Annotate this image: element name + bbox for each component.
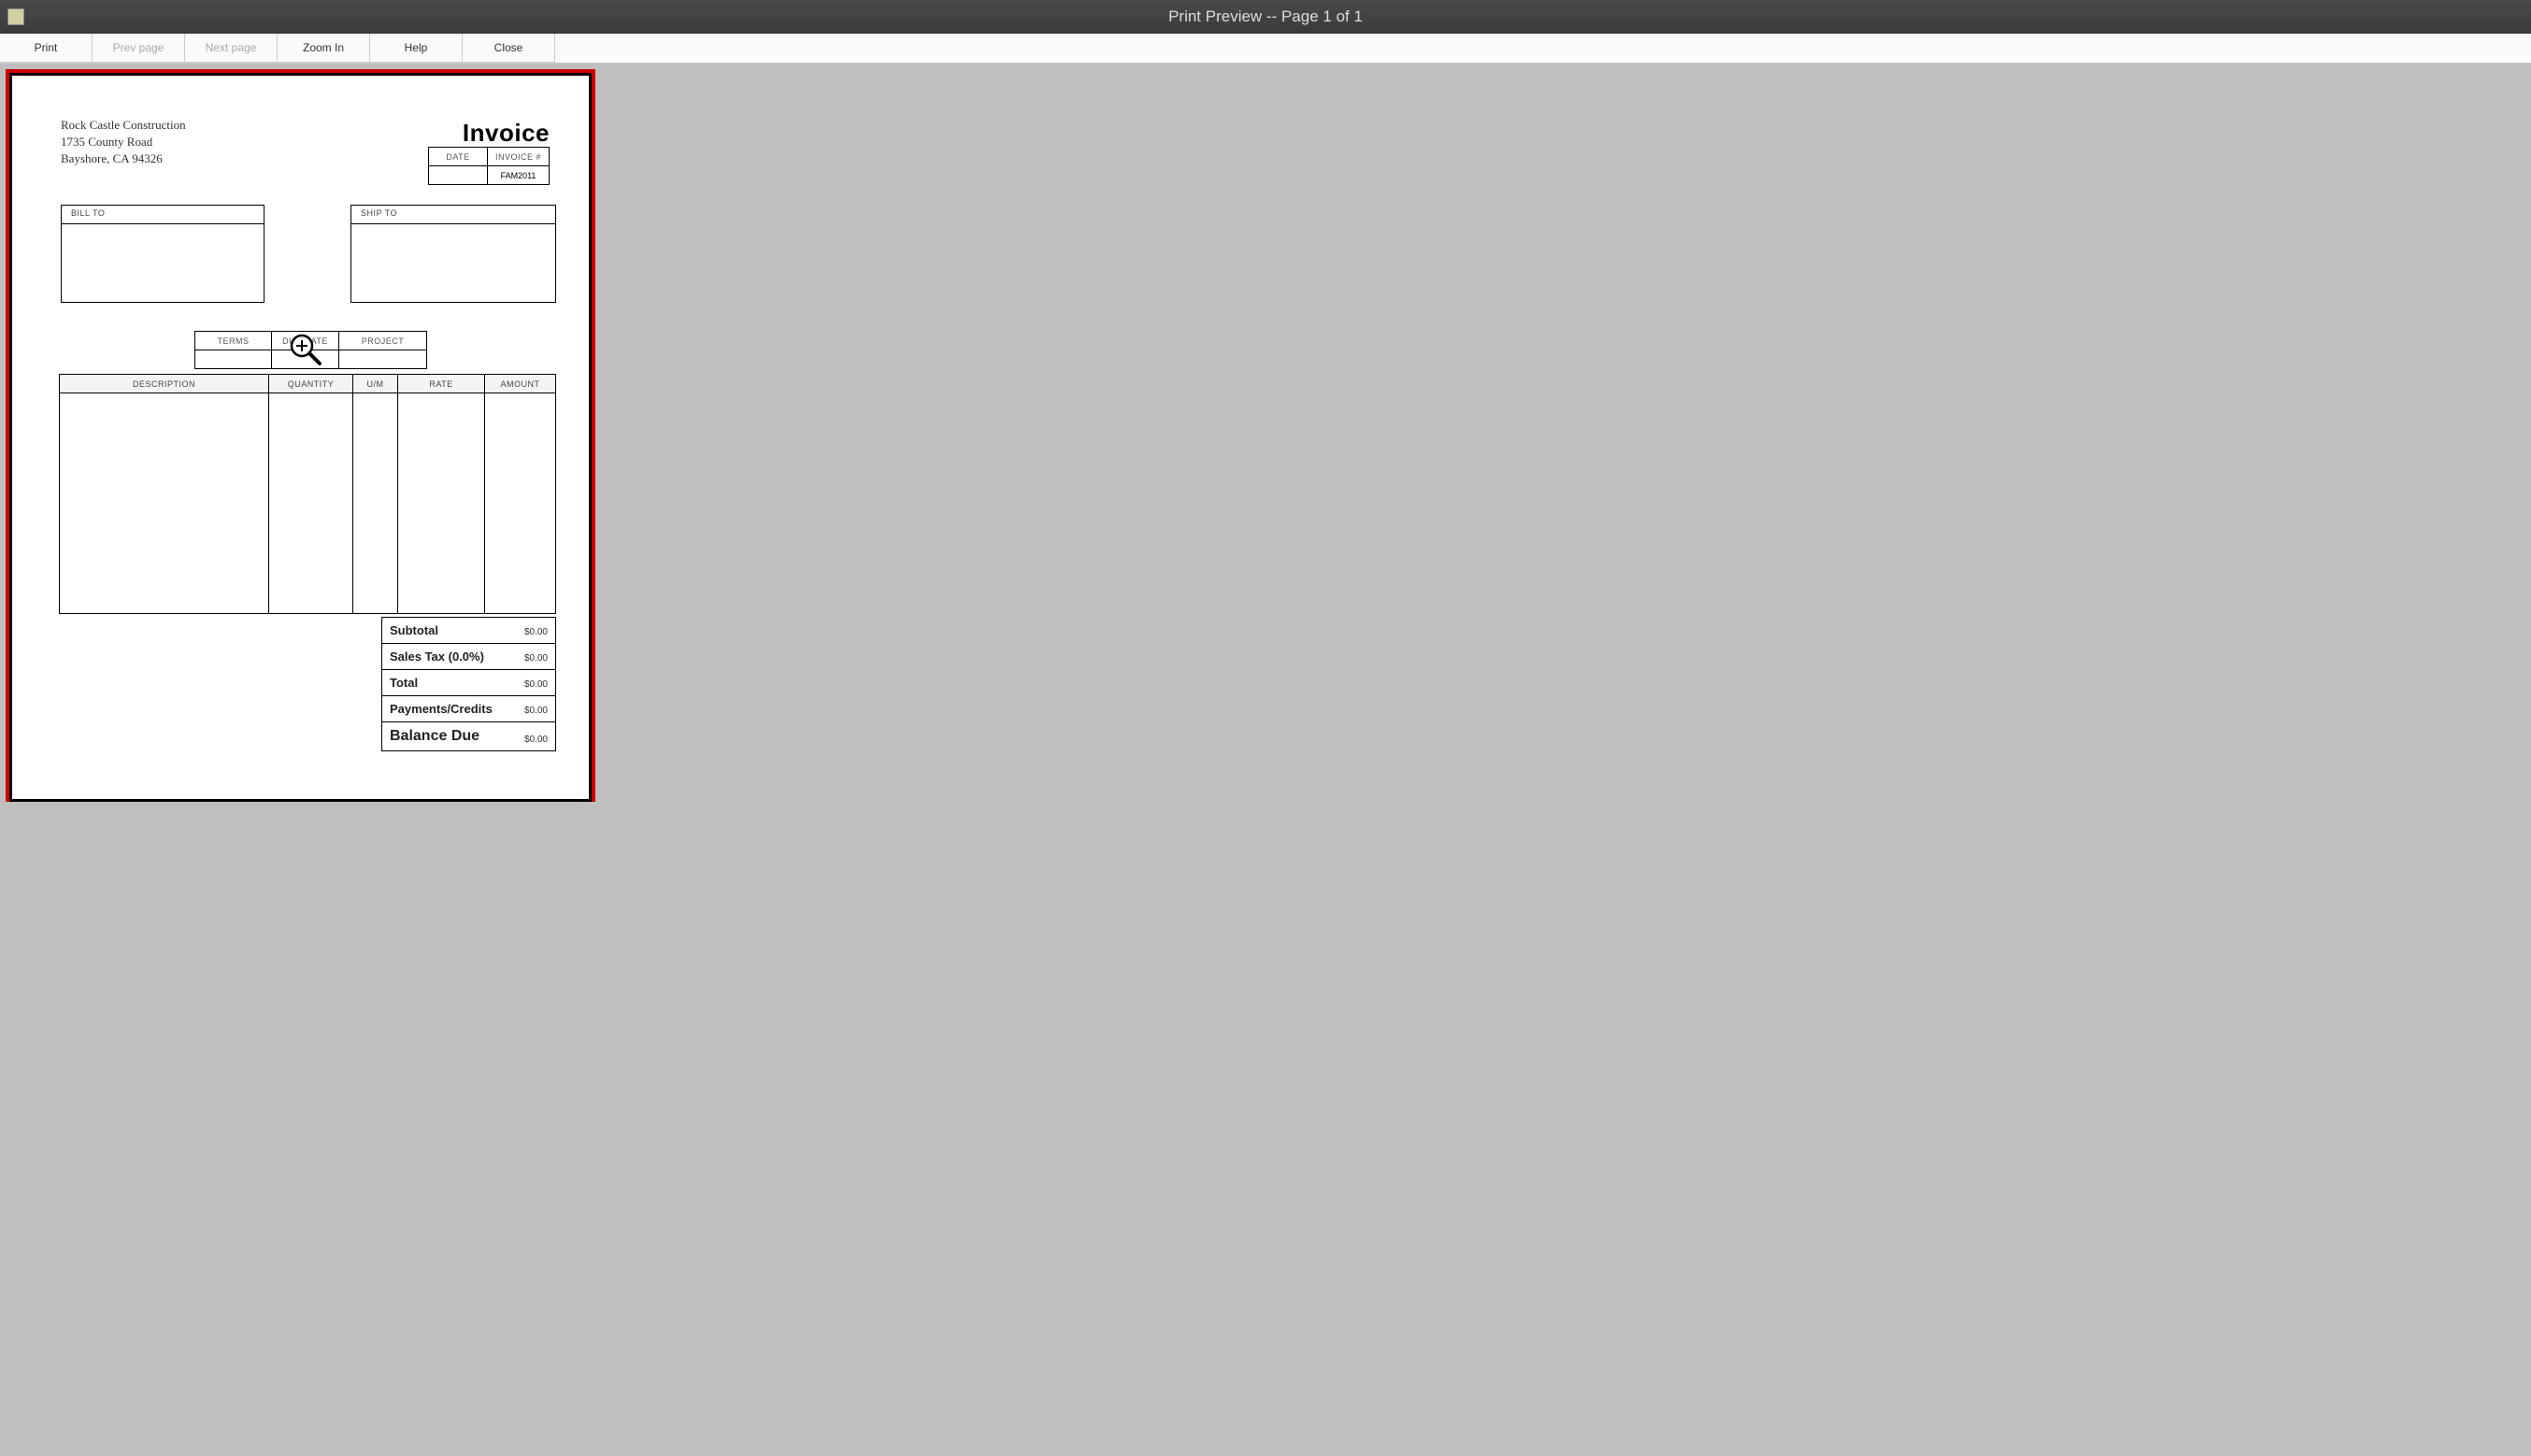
foot-blank xyxy=(60,614,353,646)
date-header: DATE xyxy=(429,148,488,166)
invoice-num-header: INVOICE # xyxy=(488,148,550,166)
col-quantity: QUANTITY xyxy=(269,375,353,393)
col-amount: AMOUNT xyxy=(485,375,556,393)
page-selection-outline: Rock Castle Construction 1735 County Roa… xyxy=(6,69,595,802)
total-value: $0.00 xyxy=(524,679,548,690)
total-row: Total $0.00 xyxy=(381,670,556,696)
bill-to-box: BILL TO xyxy=(61,205,265,303)
project-value xyxy=(339,350,427,369)
date-invoice-table: DATE INVOICE # FAM2011 xyxy=(428,147,550,185)
print-button[interactable]: Print xyxy=(0,34,93,63)
line-items-table: DESCRIPTION QUANTITY U/M RATE AMOUNT xyxy=(59,374,556,646)
total-label: Total xyxy=(390,676,418,690)
ship-to-label: SHIP TO xyxy=(351,206,555,224)
balance-due-value: $0.00 xyxy=(524,735,548,745)
company-street: 1735 County Road xyxy=(61,134,186,150)
line-item-cell xyxy=(353,393,398,614)
balance-due-label: Balance Due xyxy=(390,728,479,745)
company-name: Rock Castle Construction xyxy=(61,117,186,134)
help-button[interactable]: Help xyxy=(370,34,463,63)
invoice-title: Invoice xyxy=(463,119,550,148)
subtotal-row: Subtotal $0.00 xyxy=(381,617,556,644)
col-description: DESCRIPTION xyxy=(60,375,269,393)
payments-value: $0.00 xyxy=(524,706,548,716)
terms-value xyxy=(195,350,272,369)
next-page-button: Next page xyxy=(185,34,278,63)
due-date-value xyxy=(272,350,339,369)
balance-due-row: Balance Due $0.00 xyxy=(381,722,556,751)
sales-tax-row: Sales Tax (0.0%) $0.00 xyxy=(381,644,556,670)
line-item-cell xyxy=(398,393,485,614)
zoom-in-button[interactable]: Zoom In xyxy=(278,34,370,63)
company-address: Rock Castle Construction 1735 County Roa… xyxy=(61,117,186,168)
toolbar: Print Prev page Next page Zoom In Help C… xyxy=(0,34,2531,64)
date-value xyxy=(429,166,488,185)
ship-to-box: SHIP TO xyxy=(350,205,556,303)
line-item-cell xyxy=(60,393,269,614)
app-icon xyxy=(7,8,24,25)
sales-tax-value: $0.00 xyxy=(524,653,548,664)
terms-header: TERMS xyxy=(195,332,272,350)
col-rate: RATE xyxy=(398,375,485,393)
due-date-header: DUE DATE xyxy=(272,332,339,350)
titlebar: Print Preview -- Page 1 of 1 xyxy=(0,0,2531,34)
invoice-page[interactable]: Rock Castle Construction 1735 County Roa… xyxy=(9,73,592,802)
bill-to-label: BILL TO xyxy=(62,206,264,224)
terms-table: TERMS DUE DATE PROJECT xyxy=(194,331,427,369)
prev-page-button: Prev page xyxy=(93,34,185,63)
totals-section: Subtotal $0.00 Sales Tax (0.0%) $0.00 To… xyxy=(381,617,556,751)
line-item-cell xyxy=(269,393,353,614)
window-title: Print Preview -- Page 1 of 1 xyxy=(1168,7,1363,26)
project-header: PROJECT xyxy=(339,332,427,350)
close-button[interactable]: Close xyxy=(463,34,555,63)
payments-label: Payments/Credits xyxy=(390,702,493,716)
payments-row: Payments/Credits $0.00 xyxy=(381,696,556,722)
col-um: U/M xyxy=(353,375,398,393)
invoice-num-value: FAM2011 xyxy=(488,166,550,185)
sales-tax-label: Sales Tax (0.0%) xyxy=(390,649,484,664)
subtotal-value: $0.00 xyxy=(524,627,548,637)
line-item-cell xyxy=(485,393,556,614)
preview-area[interactable]: Rock Castle Construction 1735 County Roa… xyxy=(0,64,2531,1456)
subtotal-label: Subtotal xyxy=(390,623,438,637)
company-city: Bayshore, CA 94326 xyxy=(61,150,186,167)
